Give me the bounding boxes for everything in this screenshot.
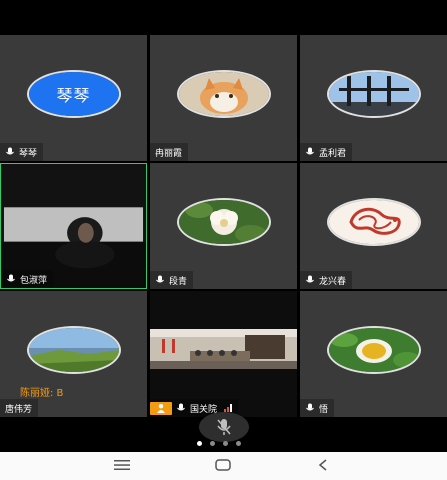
dragon-emblem-icon	[328, 200, 419, 245]
window-photo-icon	[328, 72, 419, 117]
avatar	[178, 72, 269, 117]
mic-icon	[306, 403, 314, 411]
avatar	[28, 328, 119, 373]
participant-name-bar: 悟	[300, 399, 335, 417]
participant-tile[interactable]: 悟	[300, 291, 447, 417]
participant-name-bar: 包淑萍	[1, 270, 54, 288]
mic-icon	[306, 147, 314, 155]
participant-tile[interactable]: 孟利君	[300, 35, 447, 161]
participant-name: 段青	[169, 276, 188, 287]
participant-name-bar: 琴琴	[0, 143, 44, 161]
participant-name: 包淑萍	[20, 275, 48, 286]
signal-strength-icon	[224, 404, 233, 412]
menu-button[interactable]	[114, 459, 130, 471]
participant-name-bar: 孟利君	[300, 143, 353, 161]
participant-tile[interactable]: 段青	[150, 163, 297, 289]
flower-photo-icon	[178, 200, 269, 245]
avatar	[328, 72, 419, 117]
participant-tile[interactable]: 国关院	[150, 291, 297, 417]
participant-name: 悟	[319, 404, 329, 415]
participant-name: 孟利君	[319, 148, 347, 159]
back-button[interactable]	[318, 459, 328, 471]
chat-overlay-text: 陈丽娅: B	[20, 388, 64, 399]
system-nav-bar	[0, 452, 447, 480]
cat-photo-icon	[178, 72, 269, 117]
mic-icon	[6, 147, 14, 155]
video-grid: 琴琴 琴琴 冉丽霞 孟利君 包淑萍 段青 龙兴春 陈丽娅: B 唐伟芳 国关院 …	[0, 35, 447, 420]
mic-icon	[306, 275, 314, 283]
avatar-initials: 琴琴	[28, 72, 119, 117]
participant-name: 冉丽霞	[155, 148, 183, 159]
avatar	[178, 200, 269, 245]
participant-name-bar: 龙兴春	[300, 271, 353, 289]
page-indicator	[197, 441, 241, 446]
participant-tile[interactable]: 陈丽娅: B 唐伟芳	[0, 291, 147, 417]
participant-tile[interactable]: 冉丽霞	[150, 35, 297, 161]
floating-mic-button[interactable]	[199, 412, 249, 442]
tea-photo-icon	[328, 328, 419, 373]
participant-name: 唐伟芳	[5, 404, 33, 415]
menu-icon	[114, 460, 130, 470]
user-icon	[157, 404, 165, 413]
home-button[interactable]	[215, 459, 231, 471]
back-icon	[318, 459, 327, 471]
host-badge	[150, 401, 172, 415]
page-dot-active	[197, 441, 202, 446]
participant-name: 琴琴	[19, 148, 38, 159]
participant-name-bar: 唐伟芳	[0, 399, 39, 417]
participant-name: 龙兴春	[319, 276, 347, 287]
mic-muted-icon	[217, 419, 231, 435]
page-dot	[236, 441, 241, 446]
page-dot	[223, 441, 228, 446]
mic-icon	[7, 274, 15, 282]
mic-icon	[177, 403, 185, 411]
home-icon	[215, 459, 231, 471]
mic-icon	[156, 275, 164, 283]
participant-tile[interactable]: 琴琴 琴琴	[0, 35, 147, 161]
page-dot	[210, 441, 215, 446]
avatar: 琴琴	[28, 72, 119, 117]
participant-tile[interactable]: 龙兴春	[300, 163, 447, 289]
landscape-photo-icon	[28, 328, 119, 373]
participant-name-bar: 冉丽霞	[150, 143, 189, 161]
participant-tile-active[interactable]: 包淑萍	[0, 163, 147, 289]
avatar	[328, 328, 419, 373]
avatar	[328, 200, 419, 245]
participant-name-bar: 段青	[150, 271, 194, 289]
classroom-video-feed	[150, 329, 297, 369]
